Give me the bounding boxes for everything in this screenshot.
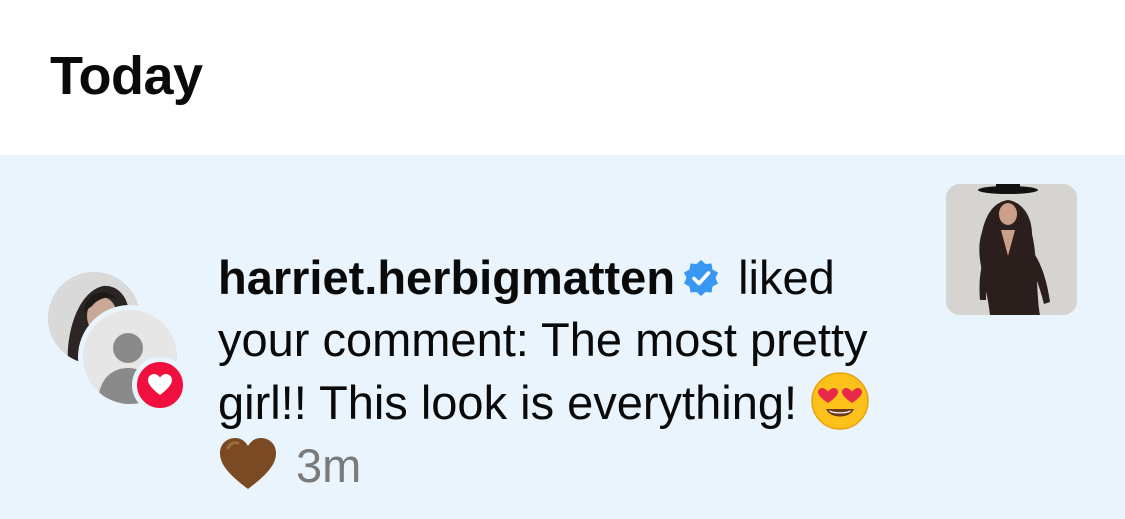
timestamp: 3m — [296, 439, 362, 492]
heart-icon — [148, 374, 172, 395]
username-link[interactable]: harriet.herbigmatten — [218, 251, 675, 304]
verified-badge-icon — [684, 260, 719, 296]
avatar-stack[interactable] — [48, 272, 188, 413]
post-thumbnail[interactable] — [946, 184, 1077, 315]
like-badge — [132, 357, 188, 413]
notification-row[interactable]: harriet.herbigmatten liked your comment:… — [0, 155, 1125, 519]
notification-text[interactable]: harriet.herbigmatten liked your comment:… — [218, 247, 928, 497]
post-thumbnail-photo — [946, 184, 1077, 315]
brown-heart-emoji-icon — [220, 438, 276, 489]
section-title: Today — [50, 46, 203, 106]
heart-eyes-emoji-icon — [811, 372, 869, 430]
section-header: Today — [0, 0, 1125, 155]
